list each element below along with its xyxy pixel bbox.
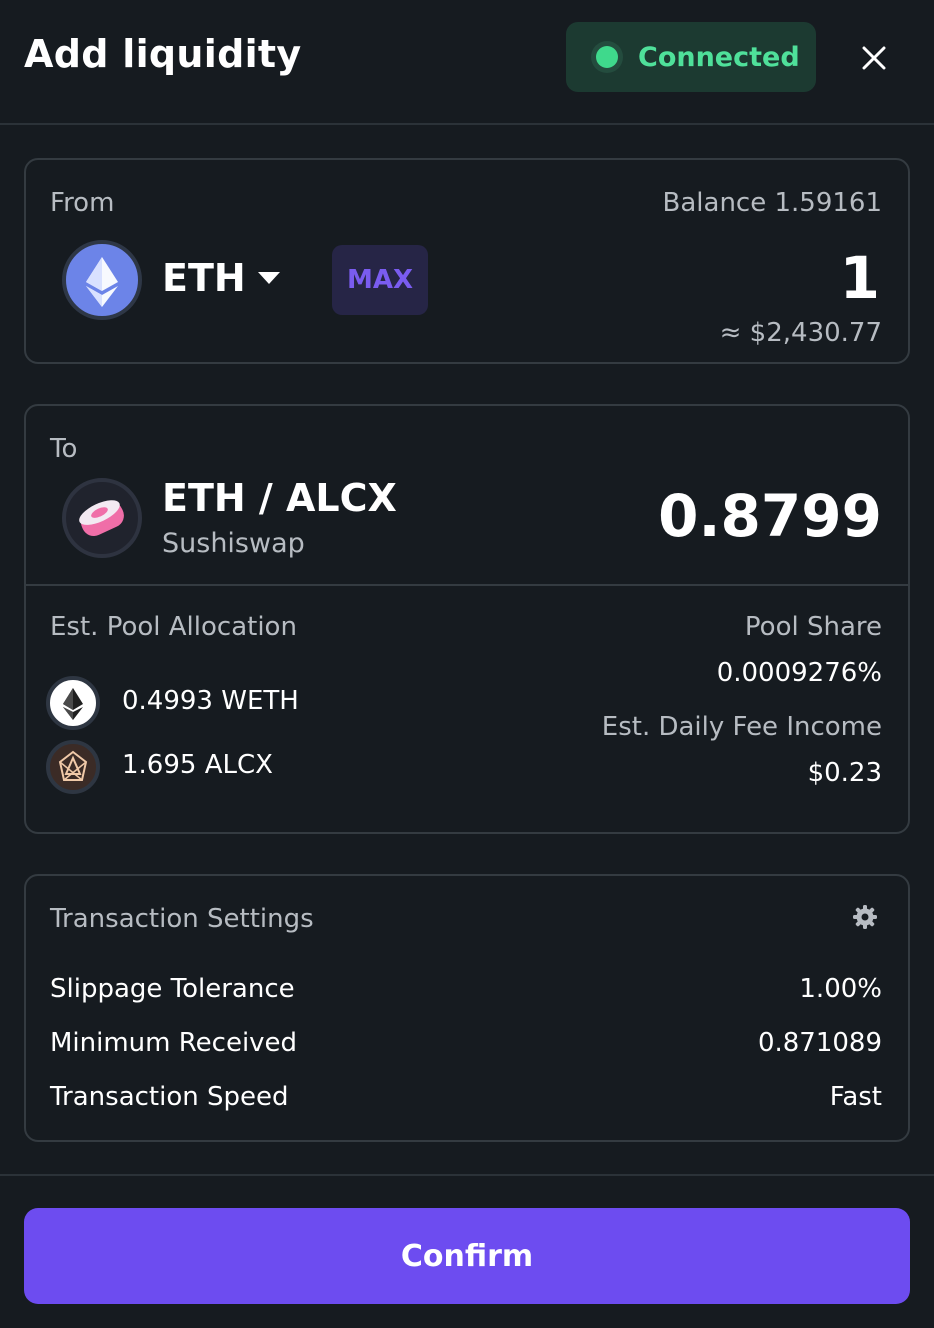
transaction-settings-card: Transaction Settings Slippage Tolerance … <box>24 874 910 1142</box>
transaction-speed-value[interactable]: Fast <box>830 1082 882 1112</box>
minimum-received-label: Minimum Received <box>50 1028 298 1058</box>
balance-text: Balance 1.59161 <box>662 188 882 218</box>
slippage-value[interactable]: 1.00% <box>799 974 882 1004</box>
daily-fee-value: $0.23 <box>807 758 882 788</box>
slippage-label: Slippage Tolerance <box>50 974 295 1004</box>
close-button[interactable] <box>852 36 896 80</box>
minimum-received-value: 0.871089 <box>757 1028 882 1058</box>
alchemix-icon <box>58 750 88 781</box>
sushi-icon <box>79 500 124 537</box>
status-dot-icon <box>596 46 618 68</box>
alcx-icon <box>46 740 100 794</box>
from-amount-input[interactable]: 1 <box>840 244 880 312</box>
weth-icon <box>46 676 100 730</box>
to-label: To <box>50 434 78 464</box>
pool-allocation-label: Est. Pool Allocation <box>50 612 297 642</box>
to-card: To ETH / ALCX Sushiswap 0.8799 Est. Pool… <box>24 404 910 834</box>
connection-status-label: Connected <box>638 41 800 73</box>
sushiswap-pair-icon <box>62 478 142 558</box>
pair-name: ETH / ALCX <box>162 476 397 520</box>
eth-token-icon[interactable] <box>62 240 142 320</box>
ethereum-icon <box>63 688 83 720</box>
daily-fee-label: Est. Daily Fee Income <box>601 712 882 742</box>
section-divider <box>26 584 908 586</box>
pool-share-label: Pool Share <box>744 612 882 642</box>
from-card: From Balance 1.59161 ETH MAX 1 ≈ $2,430.… <box>24 158 910 364</box>
modal-header: Add liquidity Connected <box>0 0 934 125</box>
footer-divider <box>0 1174 934 1176</box>
ethereum-icon <box>86 257 118 307</box>
to-amount: 0.8799 <box>658 482 882 550</box>
confirm-button[interactable]: Confirm <box>24 1208 910 1304</box>
weth-allocation: 0.4993 WETH <box>122 686 299 716</box>
from-token-name[interactable]: ETH <box>162 256 246 300</box>
transaction-speed-label: Transaction Speed <box>50 1082 289 1112</box>
gear-icon[interactable] <box>852 904 878 930</box>
from-usd-value: ≈ $2,430.77 <box>719 318 882 348</box>
chevron-down-icon[interactable] <box>258 272 280 286</box>
page-title: Add liquidity <box>24 32 302 76</box>
close-icon <box>862 46 886 70</box>
from-label: From <box>50 188 115 218</box>
pool-share-value: 0.0009276% <box>716 658 882 688</box>
dex-name: Sushiswap <box>162 528 305 559</box>
max-button[interactable]: MAX <box>332 245 428 315</box>
alcx-allocation: 1.695 ALCX <box>122 750 273 780</box>
connection-status-badge: Connected <box>566 22 816 92</box>
settings-title: Transaction Settings <box>50 904 314 934</box>
